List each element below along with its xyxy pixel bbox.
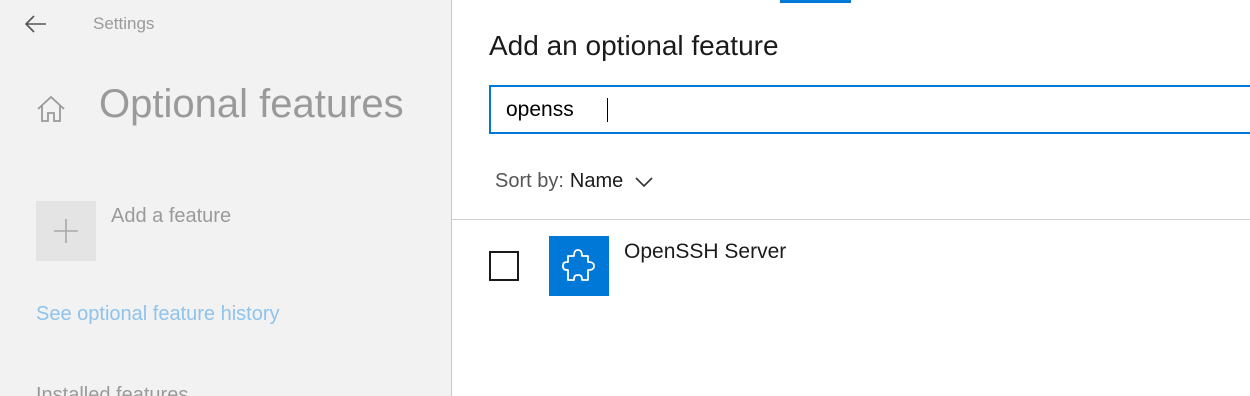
puzzle-piece-icon (562, 249, 595, 281)
chevron-down-icon[interactable] (635, 176, 653, 188)
page-title: Optional features (99, 82, 404, 126)
add-optional-feature-dialog: Add an optional feature Sort by: Name Op… (451, 0, 1250, 396)
add-feature-label[interactable]: Add a feature (111, 205, 231, 228)
feature-checkbox[interactable] (489, 251, 519, 281)
back-arrow-icon (25, 15, 46, 33)
sort-dropdown[interactable]: Sort by: Name (495, 170, 653, 193)
settings-pane: Settings Optional features Add a feature… (0, 0, 451, 396)
installed-features-heading: Installed features (36, 384, 189, 396)
sort-label: Sort by: (495, 170, 564, 192)
feature-search-input[interactable] (506, 97, 606, 122)
feature-list-item[interactable]: OpenSSH Server (489, 236, 1229, 296)
text-caret (607, 97, 608, 122)
home-icon[interactable] (34, 92, 68, 126)
search-box[interactable] (489, 85, 1250, 134)
dialog-accent-bar (780, 0, 851, 3)
divider (452, 219, 1250, 220)
add-feature-button[interactable] (36, 201, 96, 261)
sort-value[interactable]: Name (570, 170, 623, 193)
feature-name: OpenSSH Server (624, 240, 787, 263)
plus-icon (54, 219, 78, 243)
dialog-title: Add an optional feature (489, 30, 779, 61)
window-title: Settings (93, 14, 155, 33)
optional-feature-history-link[interactable]: See optional feature history (36, 303, 280, 326)
back-button[interactable] (22, 10, 50, 38)
app-window: Settings Optional features Add a feature… (0, 0, 1250, 396)
feature-icon-tile (549, 236, 609, 296)
